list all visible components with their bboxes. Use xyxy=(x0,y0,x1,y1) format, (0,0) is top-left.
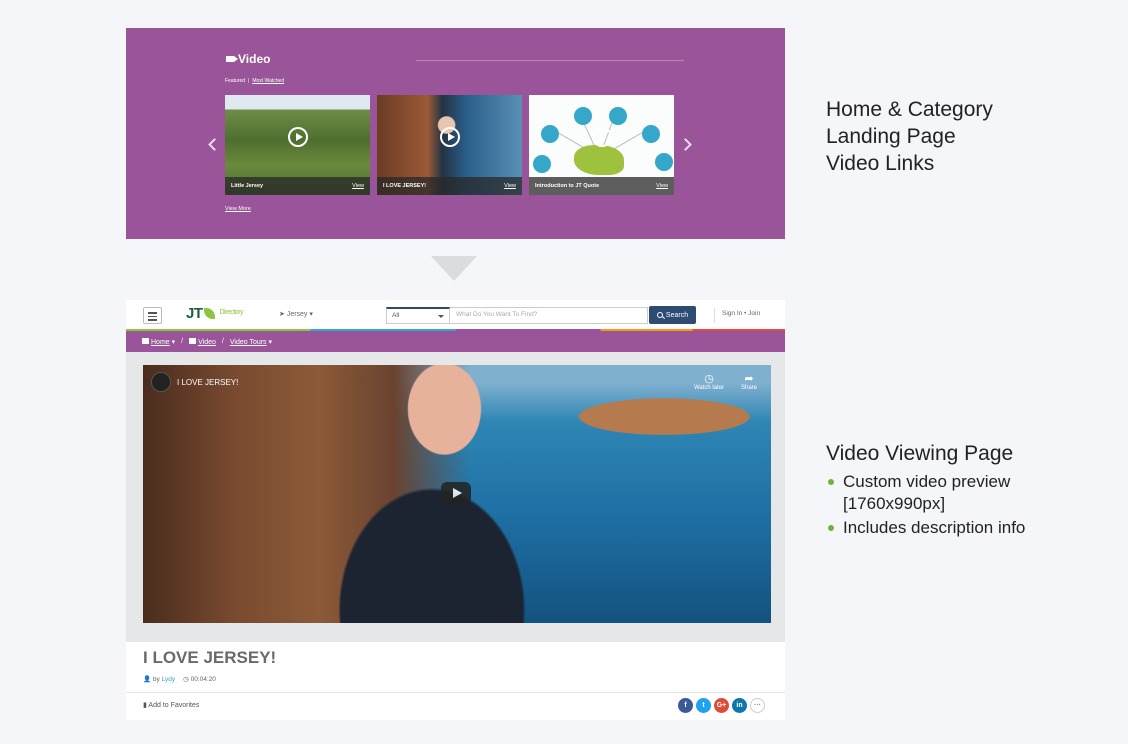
leaf-icon xyxy=(203,308,215,319)
video-card-view-link[interactable]: View xyxy=(656,183,668,189)
home-icon xyxy=(142,337,149,344)
flow-arrow-icon xyxy=(431,256,477,281)
watch-later-button[interactable]: ◷ Watch later xyxy=(691,373,727,391)
share-icon: ➦ xyxy=(744,373,754,385)
video-card-view-link[interactable]: View xyxy=(504,183,516,189)
bookmark-icon: ▮ xyxy=(143,702,147,709)
location-selector[interactable]: ➤ Jersey ▾ xyxy=(279,310,313,318)
feature-item: Custom video preview [1760x990px] xyxy=(826,471,1116,515)
sign-in-link[interactable]: Sign In xyxy=(722,310,742,317)
view-more-link[interactable]: View More xyxy=(225,206,251,212)
author-link[interactable]: Lydy xyxy=(162,676,176,683)
video-card-view-link[interactable]: View xyxy=(352,183,364,189)
tab-most-watched[interactable]: Most Watched xyxy=(252,78,284,84)
location-arrow-icon: ➤ xyxy=(279,311,287,318)
feature-list: Custom video preview [1760x990px] Includ… xyxy=(826,471,1116,539)
author-info: 👤 by Lydy xyxy=(143,676,176,683)
user-icon: 👤 xyxy=(143,676,153,683)
video-card-title: Little Jersey xyxy=(231,183,264,189)
search-button[interactable]: Search xyxy=(649,306,696,324)
video-title: I LOVE JERSEY! xyxy=(143,648,277,667)
jt-directory-logo[interactable]: JT Directory xyxy=(186,305,244,322)
feature-item: Includes description info xyxy=(826,517,1116,539)
clock-icon: ◷ xyxy=(183,676,191,683)
share-buttons: f t G+ in ··· xyxy=(678,698,765,713)
breadcrumb: Home ▾ / Video / Video Tours ▾ xyxy=(126,331,785,352)
duration-info: ◷ 00:04:20 xyxy=(183,676,216,683)
search-input[interactable]: What Do You Want To Find? xyxy=(450,307,648,324)
facebook-icon[interactable]: f xyxy=(678,698,693,713)
join-link[interactable]: Join xyxy=(748,310,760,317)
player-video-title[interactable]: I LOVE JERSEY! xyxy=(177,378,238,387)
video-player[interactable]: I LOVE JERSEY! ◷ Watch later ➦ Share xyxy=(143,365,771,623)
landing-caption: Home & Category Landing Page Video Links xyxy=(826,98,993,175)
video-camera-icon xyxy=(189,337,197,344)
viewing-caption-title: Video Viewing Page xyxy=(826,442,1014,465)
clock-icon: ◷ xyxy=(704,373,714,385)
video-viewing-page-mock: JT Directory ➤ Jersey ▾ All What Do You W… xyxy=(126,300,785,720)
tab-featured[interactable]: Featured xyxy=(225,78,245,84)
play-icon[interactable] xyxy=(591,127,612,147)
video-card-title: Introduction to JT Quote xyxy=(535,183,600,189)
video-card-title: I LOVE JERSEY! xyxy=(383,183,427,189)
video-card[interactable]: I LOVE JERSEY! View xyxy=(377,95,522,195)
linkedin-icon[interactable]: in xyxy=(732,698,747,713)
breadcrumb-video[interactable]: Video xyxy=(189,337,216,346)
carousel-prev-arrow[interactable] xyxy=(208,138,221,151)
video-camera-icon xyxy=(226,56,238,62)
play-icon[interactable] xyxy=(439,127,460,147)
video-card[interactable]: Little Jersey View xyxy=(225,95,370,195)
video-section-title: Video xyxy=(226,52,270,66)
channel-avatar[interactable] xyxy=(151,372,171,392)
add-to-favorites-button[interactable]: ▮ Add to Favorites xyxy=(143,701,199,709)
breadcrumb-home[interactable]: Home ▾ xyxy=(142,337,175,346)
zigzag-edge xyxy=(126,635,785,643)
category-select[interactable]: All xyxy=(386,307,450,324)
landing-page-mock: Video Featured | Most Watched Little Jerse… xyxy=(126,28,785,239)
twitter-icon[interactable]: t xyxy=(696,698,711,713)
menu-icon[interactable] xyxy=(143,307,162,324)
breadcrumb-video-tours[interactable]: Video Tours ▾ xyxy=(230,338,272,346)
play-icon[interactable] xyxy=(287,127,308,147)
search-icon xyxy=(656,312,663,318)
more-share-icon[interactable]: ··· xyxy=(750,698,765,713)
video-meta: 👤 by Lydy ◷ 00:04:20 xyxy=(143,675,216,683)
player-header: I LOVE JERSEY! xyxy=(151,372,238,392)
video-card[interactable]: Introduction to JT Quote View xyxy=(529,95,674,195)
title-divider xyxy=(416,60,684,61)
share-button[interactable]: ➦ Share xyxy=(731,373,767,391)
top-nav: JT Directory ➤ Jersey ▾ All What Do You W… xyxy=(126,300,785,330)
viewing-caption: Video Viewing Page Custom video preview … xyxy=(826,440,1116,541)
auth-links: Sign In • Join xyxy=(722,310,761,317)
video-tabs: Featured | Most Watched xyxy=(225,78,285,84)
carousel-next-arrow[interactable] xyxy=(679,138,692,151)
play-button[interactable] xyxy=(441,482,471,504)
google-plus-icon[interactable]: G+ xyxy=(714,698,729,713)
